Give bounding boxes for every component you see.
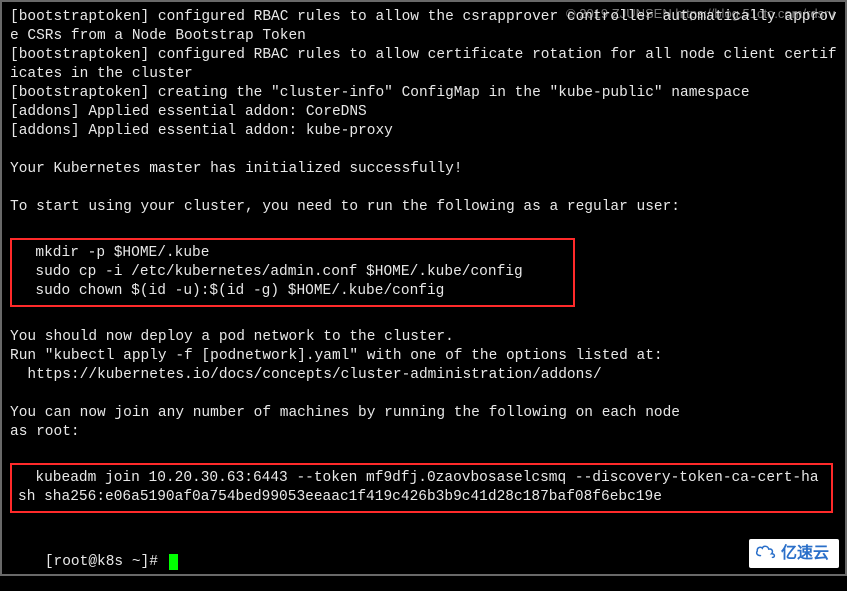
output-line: Your Kubernetes master has initialized s… [10, 160, 837, 179]
blank-line [10, 217, 837, 236]
output-line: You should now deploy a pod network to t… [10, 328, 837, 347]
blank-line [10, 309, 837, 328]
output-line: [bootstraptoken] configured RBAC rules t… [10, 8, 837, 46]
blank-line [10, 385, 837, 404]
command-line: kubeadm join 10.20.30.63:6443 --token mf… [18, 469, 825, 507]
output-line: [addons] Applied essential addon: kube-p… [10, 122, 837, 141]
output-line: To start using your cluster, you need to… [10, 198, 837, 217]
cursor-icon [169, 554, 178, 570]
command-line: sudo cp -i /etc/kubernetes/admin.conf $H… [18, 263, 567, 282]
terminal-output: [bootstraptoken] configured RBAC rules t… [10, 8, 837, 591]
output-line: [bootstraptoken] creating the "cluster-i… [10, 84, 837, 103]
blank-line [10, 442, 837, 461]
command-line: mkdir -p $HOME/.kube [18, 244, 567, 263]
output-line: You can now join any number of machines … [10, 404, 837, 423]
shell-prompt-line[interactable]: [root@k8s ~]# [10, 534, 837, 591]
logo-text: 亿速云 [781, 544, 829, 563]
output-line: [addons] Applied essential addon: CoreDN… [10, 103, 837, 122]
output-line: https://kubernetes.io/docs/concepts/clus… [10, 366, 837, 385]
blank-line [10, 515, 837, 534]
blank-line [10, 179, 837, 198]
cloud-icon [755, 543, 777, 564]
highlighted-commands-kubeconfig: mkdir -p $HOME/.kube sudo cp -i /etc/kub… [10, 238, 575, 307]
shell-prompt: [root@k8s ~]# [45, 554, 167, 570]
command-line: sudo chown $(id -u):$(id -g) $HOME/.kube… [18, 282, 567, 301]
output-line: as root: [10, 423, 837, 442]
logo-badge: 亿速云 [749, 539, 839, 568]
output-line: [bootstraptoken] configured RBAC rules t… [10, 46, 837, 84]
blank-line [10, 141, 837, 160]
highlighted-commands-join: kubeadm join 10.20.30.63:6443 --token mf… [10, 463, 833, 513]
output-line: Run "kubectl apply -f [podnetwork].yaml"… [10, 347, 837, 366]
